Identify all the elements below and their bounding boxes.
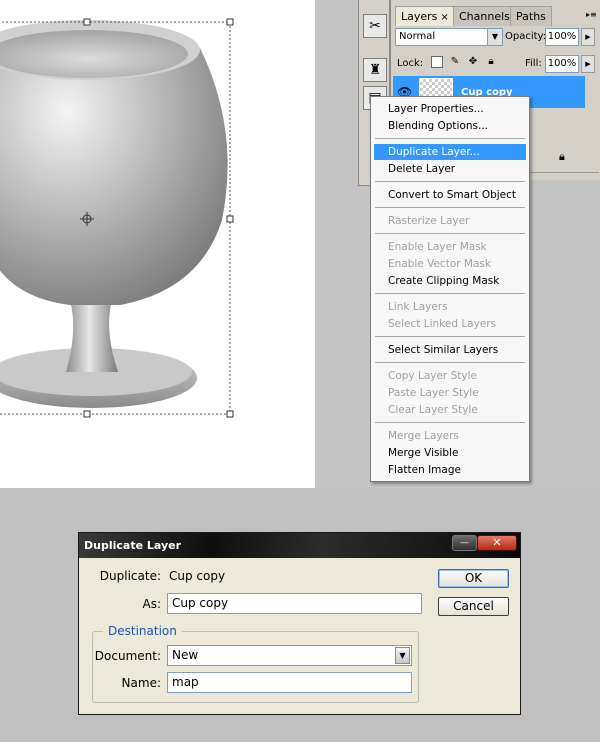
- menu-item-enable-vector-mask: Enable Vector Mask: [388, 258, 491, 270]
- name-label: Name:: [121, 676, 161, 690]
- opacity-label: Opacity:: [505, 31, 547, 42]
- name-input[interactable]: map: [167, 672, 412, 693]
- tab-layers-label: Layers: [401, 10, 438, 23]
- blend-mode-select[interactable]: Normal ▼: [395, 28, 503, 46]
- tab-channels-label: Channels: [459, 10, 510, 23]
- cup-artwork: [0, 18, 234, 418]
- menu-item-link-layers: Link Layers: [388, 301, 448, 313]
- document-canvas[interactable]: [0, 0, 315, 488]
- menu-item-merge-layers: Merge Layers: [388, 430, 459, 442]
- menu-item-flatten-image[interactable]: Flatten Image: [374, 462, 526, 478]
- menu-separator: [375, 336, 525, 337]
- menu-item-blending-options[interactable]: Blending Options...: [374, 118, 526, 134]
- tab-paths[interactable]: Paths: [510, 6, 552, 26]
- chevron-down-icon: ▼: [395, 647, 410, 664]
- lock-transparent-icon[interactable]: [431, 56, 443, 68]
- fill-input[interactable]: 100%: [545, 55, 579, 73]
- opacity-input[interactable]: 100%: [545, 28, 579, 46]
- tab-layers[interactable]: Layers ×: [395, 6, 455, 26]
- menu-item-rasterize-layer: Rasterize Layer: [388, 215, 470, 227]
- lock-brush-icon[interactable]: ✎: [449, 56, 461, 68]
- menu-item-select-similar-layers[interactable]: Select Similar Layers: [374, 342, 526, 358]
- tab-channels[interactable]: Channels: [453, 6, 516, 26]
- lock-all-icon[interactable]: 🔒︎: [485, 56, 497, 68]
- document-select[interactable]: New ▼: [167, 645, 412, 666]
- lock-move-icon[interactable]: ✥: [467, 56, 479, 68]
- document-label: Document:: [94, 649, 161, 663]
- blend-mode-value: Normal: [399, 31, 436, 42]
- menu-item-convert-smart-object[interactable]: Convert to Smart Object: [374, 187, 526, 203]
- menu-item-delete-layer[interactable]: Delete Layer: [374, 161, 526, 177]
- destination-legend: Destination: [103, 624, 182, 638]
- menu-item-select-linked-layers: Select Linked Layers: [388, 318, 497, 330]
- cancel-button[interactable]: Cancel: [438, 597, 509, 616]
- close-icon[interactable]: ✕: [477, 535, 517, 551]
- lock-label: Lock:: [397, 58, 424, 69]
- duplicate-layer-dialog: Duplicate Layer — ✕ Duplicate: Cup copy …: [78, 532, 521, 715]
- menu-separator: [375, 362, 525, 363]
- menu-separator: [375, 138, 525, 139]
- as-label: As:: [142, 597, 161, 611]
- menu-item-layer-properties[interactable]: Layer Properties...: [374, 101, 526, 117]
- tab-paths-label: Paths: [516, 10, 546, 23]
- fill-label: Fill:: [525, 58, 542, 69]
- menu-item-paste-layer-style: Paste Layer Style: [388, 387, 479, 399]
- duplicate-value: Cup copy: [169, 569, 226, 583]
- panel-menu-icon[interactable]: ▸≡: [586, 10, 597, 20]
- menu-separator: [375, 207, 525, 208]
- chevron-down-icon: ▼: [487, 29, 502, 45]
- close-icon[interactable]: ×: [440, 12, 448, 23]
- minimize-icon[interactable]: —: [452, 535, 477, 551]
- menu-separator: [375, 422, 525, 423]
- puppet-icon[interactable]: ♜: [363, 58, 387, 82]
- dialog-title: Duplicate Layer: [84, 539, 182, 552]
- lock-icon: 🔒︎: [559, 150, 565, 163]
- as-input[interactable]: Cup copy: [167, 593, 422, 614]
- menu-item-create-clipping-mask[interactable]: Create Clipping Mask: [374, 273, 526, 289]
- menu-item-enable-layer-mask: Enable Layer Mask: [388, 241, 487, 253]
- fill-slider-arrow-icon[interactable]: ▶: [581, 55, 595, 73]
- menu-separator: [375, 233, 525, 234]
- tools-crossed-icon[interactable]: ✂: [363, 14, 387, 38]
- menu-separator: [375, 293, 525, 294]
- menu-item-merge-visible[interactable]: Merge Visible: [374, 445, 526, 461]
- opacity-slider-arrow-icon[interactable]: ▶: [581, 28, 595, 46]
- menu-item-copy-layer-style: Copy Layer Style: [388, 370, 477, 382]
- menu-item-duplicate-layer[interactable]: Duplicate Layer...: [374, 144, 526, 160]
- duplicate-label: Duplicate:: [99, 569, 161, 583]
- ok-button[interactable]: OK: [438, 569, 509, 588]
- document-value: New: [172, 648, 199, 662]
- layer-context-menu: Layer Properties... Blending Options... …: [370, 96, 530, 482]
- menu-item-clear-layer-style: Clear Layer Style: [388, 404, 478, 416]
- panel-tabs: Layers × Channels Paths: [391, 6, 600, 26]
- menu-separator: [375, 181, 525, 182]
